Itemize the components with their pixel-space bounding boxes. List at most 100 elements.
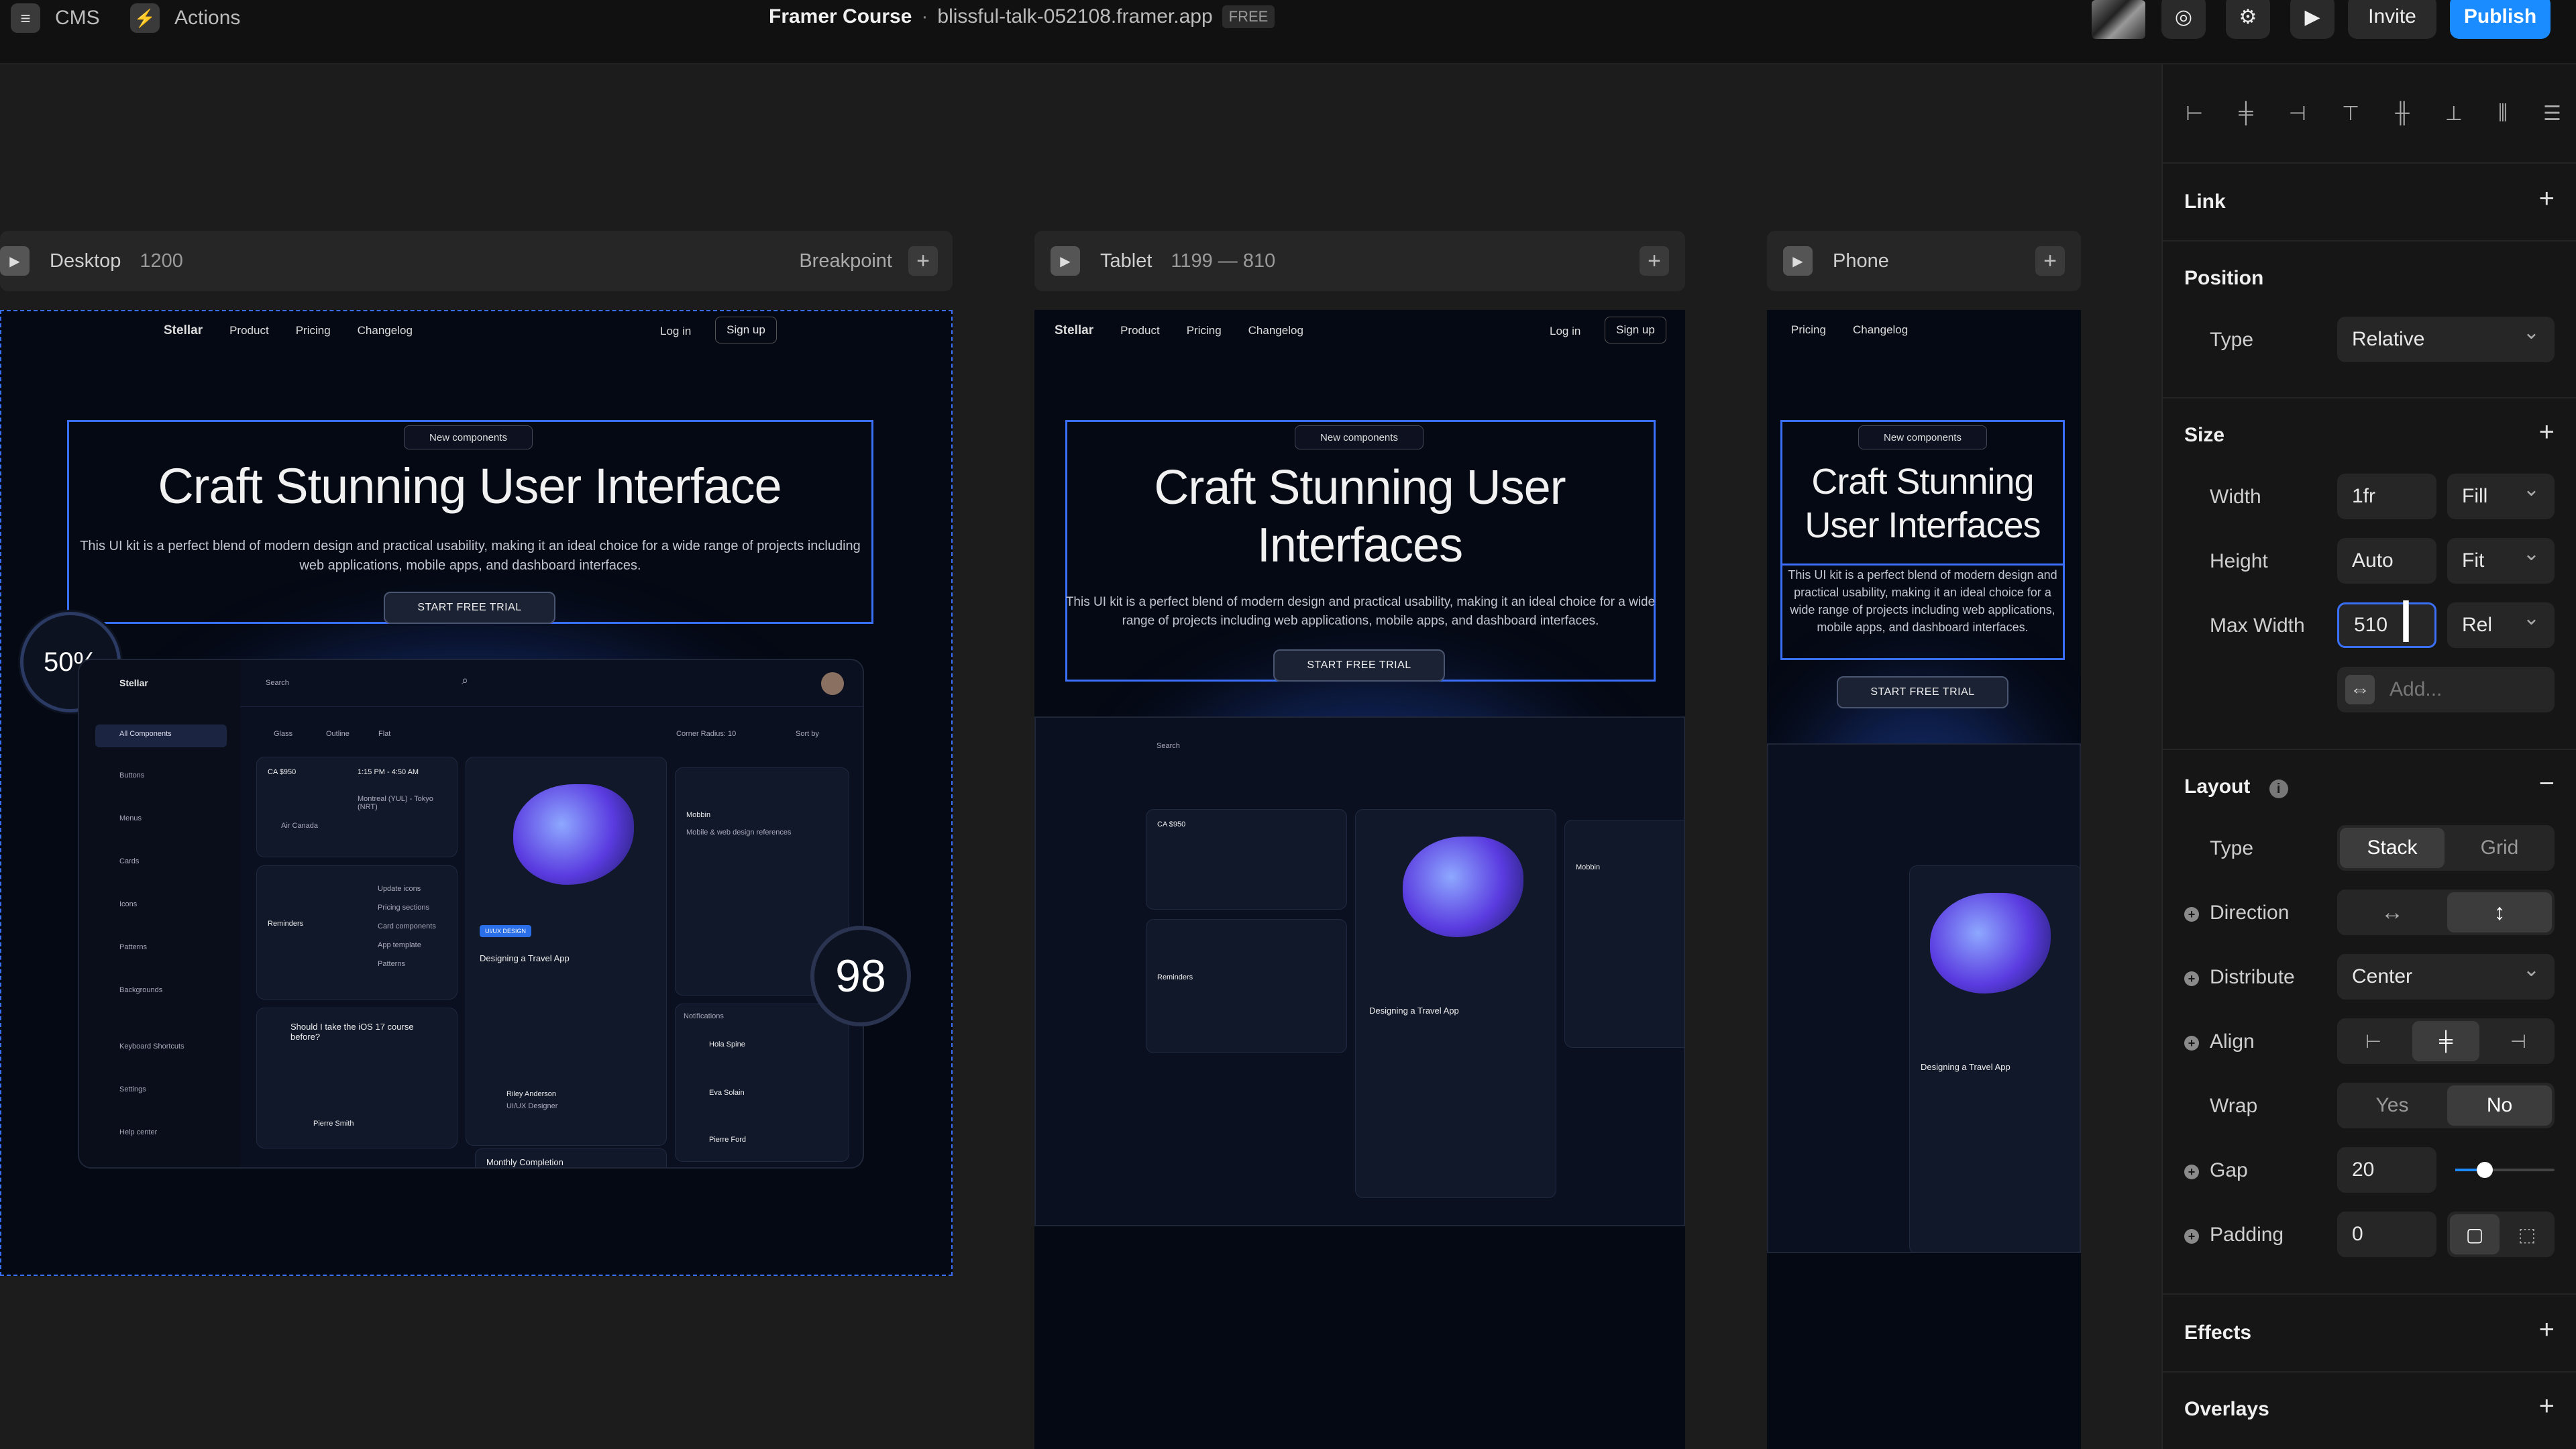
new-components-badge[interactable]: New components [1295,425,1424,449]
start-trial-button[interactable]: START FREE TRIAL [1273,649,1445,682]
align-bottom-icon[interactable]: ⊥ [2445,102,2463,125]
width-label: Width [2210,486,2261,508]
breakpoint-label: Breakpoint [799,250,892,272]
align-left-icon[interactable]: ⊢ [2186,102,2203,125]
individual-padding-icon[interactable]: ⬚ [2502,1214,2552,1254]
gap-label: Gap [2210,1159,2248,1181]
distribute-h-icon[interactable]: ⫼ [2498,102,2508,125]
size-section-title: Size [2184,424,2225,446]
nav-pricing[interactable]: Pricing [1791,323,1826,337]
nav-product[interactable]: Product [1120,324,1160,337]
nav-changelog[interactable]: Changelog [1853,323,1908,337]
max-width-label: Max Width [2210,614,2305,637]
globe-button[interactable]: ◎ [2161,0,2206,39]
nav-changelog[interactable]: Changelog [1248,324,1303,337]
add-icon[interactable]: + [2035,246,2065,276]
plus-circle-icon[interactable]: + [2184,971,2199,986]
site-logo[interactable]: Stellar [1055,323,1093,338]
publish-button[interactable]: Publish [2450,0,2551,39]
wrap-no-option[interactable]: No [2447,1085,2552,1126]
add-placeholder: Add... [2390,678,2443,700]
tablet-frame-title: Tablet [1100,250,1152,272]
play-icon[interactable]: ▶ [1783,246,1813,276]
add-link-icon[interactable]: + [2539,184,2555,214]
layout-title-text: Layout [2184,775,2251,798]
layout-type-toggle: Stack Grid [2337,825,2555,871]
invite-button[interactable]: Invite [2348,0,2436,39]
gap-input[interactable]: 20 [2337,1147,2436,1193]
play-icon[interactable]: ▶ [1051,246,1080,276]
align-top-icon[interactable]: ⊤ [2342,102,2359,125]
phone-frame-header[interactable]: ▶ Phone + [1767,231,2081,291]
horizontal-arrows-icon[interactable]: ↔ [2340,892,2445,932]
max-width-input[interactable]: 510 [2337,602,2436,648]
plan-badge: FREE [1222,5,1275,28]
divider [2163,397,2576,398]
align-center-icon[interactable]: ╪ [2412,1021,2479,1061]
grid-option[interactable]: Grid [2447,828,2552,868]
desktop-frame-width: 1200 [140,250,183,272]
tablet-frame-range: 1199 — 810 [1171,250,1276,272]
position-type-select[interactable]: Relative [2337,317,2555,362]
width-mode-select[interactable]: Fill [2447,474,2555,519]
play-icon[interactable]: ▶ [0,246,30,276]
tablet-frame[interactable]: Stellar Product Pricing Changelog Log in… [1034,310,1685,1449]
add-breakpoint-icon[interactable]: + [908,246,938,276]
hero-subtitle: This UI kit is a perfect blend of modern… [1065,595,1656,628]
gap-slider-handle[interactable] [2477,1162,2493,1178]
vertical-arrows-icon[interactable]: ↕ [2447,892,2552,932]
login-link[interactable]: Log in [1550,325,1580,338]
new-components-badge[interactable]: New components [1858,425,1987,449]
wrap-yes-option[interactable]: Yes [2340,1085,2445,1126]
travel-card: Designing a Travel App [1355,809,1556,1198]
align-start-icon[interactable]: ⊢ [2340,1021,2407,1061]
add-icon[interactable]: + [1640,246,1669,276]
distribute-v-icon[interactable]: ☰ [2543,102,2561,125]
position-section-title: Position [2184,267,2264,289]
plus-circle-icon[interactable]: + [2184,1036,2199,1051]
cms-button[interactable]: ≡ CMS [11,1,100,35]
height-input[interactable]: Auto [2337,538,2436,584]
blob-graphic [1930,893,2051,994]
start-trial-button[interactable]: START FREE TRIAL [1837,676,2008,708]
max-width-mode-select[interactable]: Rel [2447,602,2555,648]
travel-title: Designing a Travel App [1921,1062,2010,1072]
gear-icon: ⚙ [2239,5,2257,28]
info-icon[interactable]: i [2269,780,2288,798]
align-end-icon[interactable]: ⊣ [2485,1021,2552,1061]
project-domain[interactable]: blissful-talk-052108.framer.app [937,5,1212,28]
align-middle-icon[interactable]: ╫ [2395,102,2409,125]
travel-title: Designing a Travel App [1369,1006,1459,1016]
plus-circle-icon[interactable]: + [2184,907,2199,922]
canvas[interactable]: ▶ Desktop 1200 Breakpoint + ▶ Tablet 119… [0,64,2161,1449]
distribute-select[interactable]: Center [2337,954,2555,1000]
settings-button[interactable]: ⚙ [2226,0,2270,39]
plus-circle-icon[interactable]: + [2184,1229,2199,1244]
properties-panel: ⊢ ╪ ⊣ ⊤ ╫ ⊥ ⫼ ☰ Link + Position Type Rel… [2161,64,2576,1449]
collapse-layout-icon[interactable]: − [2539,769,2555,799]
height-mode-select[interactable]: Fit [2447,538,2555,584]
width-input[interactable]: 1fr [2337,474,2436,519]
padding-input[interactable]: 0 [2337,1212,2436,1257]
signup-button[interactable]: Sign up [1605,317,1666,343]
phone-frame[interactable]: Pricing Changelog New components Craft S… [1767,310,2081,1449]
divider [2163,1293,2576,1295]
tablet-frame-header[interactable]: ▶ Tablet 1199 — 810 + [1034,231,1685,291]
align-right-icon[interactable]: ⊣ [2289,102,2306,125]
add-size-icon[interactable]: + [2539,417,2555,447]
desktop-frame-header[interactable]: ▶ Desktop 1200 Breakpoint + [0,231,953,291]
uniform-padding-icon[interactable]: ▢ [2450,1214,2500,1254]
cms-label: CMS [55,7,100,29]
align-center-h-icon[interactable]: ╪ [2239,102,2253,125]
add-overlay-icon[interactable]: + [2539,1391,2555,1421]
add-effect-icon[interactable]: + [2539,1315,2555,1345]
gap-slider-track[interactable] [2455,1162,2555,1178]
text-cursor-icon: I [2398,588,2415,655]
nav-pricing[interactable]: Pricing [1187,324,1222,337]
preview-button[interactable]: ▶ [2290,0,2334,39]
plus-circle-icon[interactable]: + [2184,1165,2199,1179]
stack-option[interactable]: Stack [2340,828,2445,868]
add-constraint-field[interactable]: ⇔ Add... [2337,667,2555,712]
avatar[interactable] [2092,0,2145,39]
actions-button[interactable]: ⚡ Actions [130,1,240,35]
